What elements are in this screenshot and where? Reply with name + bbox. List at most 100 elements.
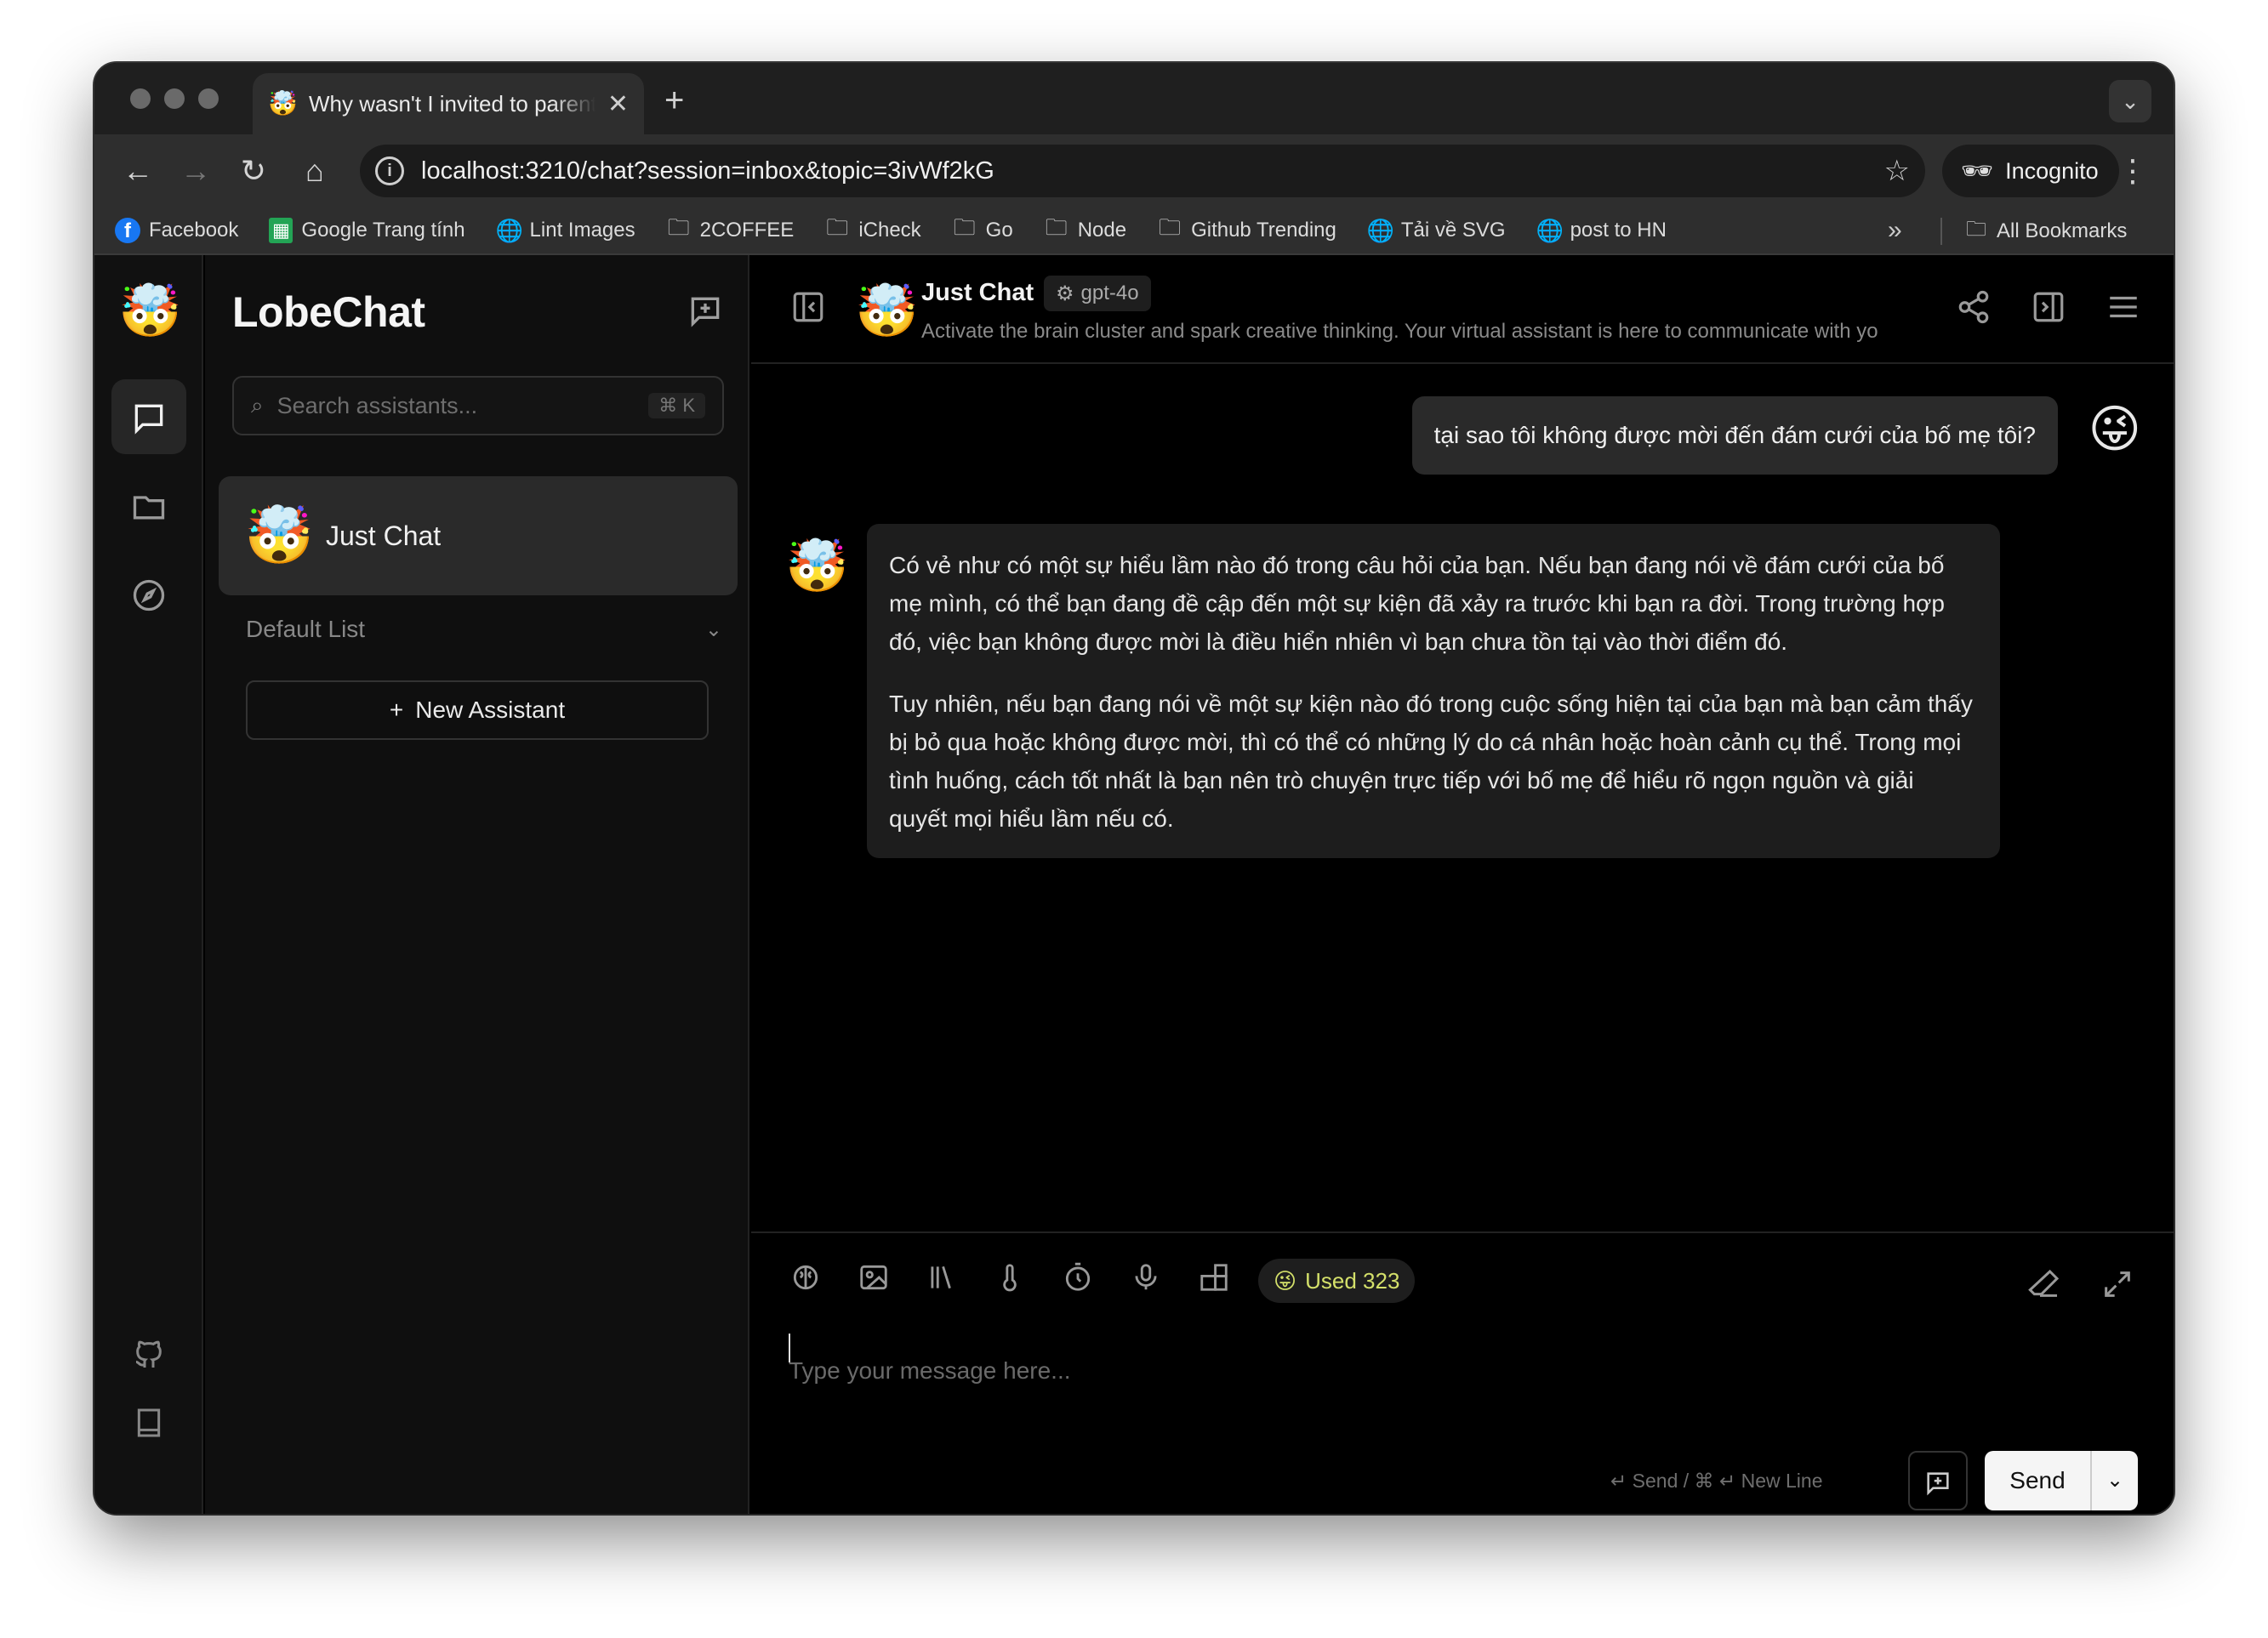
globe-icon: 🌐 xyxy=(495,217,523,243)
new-tab-button[interactable]: + xyxy=(664,82,684,120)
search-shortcut-badge: ⌘ K xyxy=(648,393,705,418)
back-arrow-icon[interactable]: ← xyxy=(118,151,157,191)
chat-header: 🤯 Just Chat ⚙ gpt-4o Activate the brain … xyxy=(751,255,2174,364)
share-icon[interactable] xyxy=(1956,289,1992,333)
bookmarks-bar: f Facebook ▦ Google Trang tính 🌐 Lint Im… xyxy=(94,208,2174,255)
bookmark-github-trending[interactable]: 🗀 Github Trending xyxy=(1157,212,1336,249)
new-assistant-button[interactable]: + New Assistant xyxy=(246,680,709,740)
browser-tab[interactable]: 🤯 Why wasn't I invited to parent ✕ xyxy=(253,73,644,134)
bookmark-label: iCheck xyxy=(858,219,921,242)
bookmark-facebook[interactable]: f Facebook xyxy=(115,218,238,243)
token-usage-badge[interactable]: 😜 Used 323 xyxy=(1258,1259,1416,1303)
bookmark-google-sheets[interactable]: ▦ Google Trang tính xyxy=(269,218,465,243)
tab-favicon-icon: 🤯 xyxy=(268,90,298,117)
chat-bubble-icon[interactable] xyxy=(111,379,186,454)
tab-title: Why wasn't I invited to parent xyxy=(309,90,595,117)
bookmark-lint-images[interactable]: 🌐 Lint Images xyxy=(496,218,635,244)
browser-menu-icon[interactable]: ⋮ xyxy=(2117,153,2148,189)
bookmarks-divider xyxy=(1940,218,1942,245)
thermometer-icon[interactable] xyxy=(993,1261,1027,1301)
more-bookmarks-chevron-icon[interactable]: » xyxy=(1888,216,1902,245)
window-controls xyxy=(130,88,219,109)
bookmark-post-to-hn[interactable]: 🌐 post to HN xyxy=(1536,218,1667,244)
bookmark-label: Google Trang tính xyxy=(301,219,465,242)
new-topic-button[interactable] xyxy=(1908,1451,1968,1510)
model-badge[interactable]: ⚙ gpt-4o xyxy=(1044,276,1151,311)
new-topic-icon[interactable] xyxy=(687,293,724,338)
github-icon[interactable] xyxy=(111,1323,186,1383)
incognito-icon: 🕶 xyxy=(1961,156,1994,185)
search-placeholder: Search assistants... xyxy=(276,392,478,418)
lobechat-app: 🤯 LobeChat ⌕ Search assistants... ⌘ K 🤯 … xyxy=(94,255,2174,1514)
assistant-message: Có vẻ như có một sự hiểu lầm nào đó tron… xyxy=(867,524,2000,858)
forward-arrow-icon[interactable]: → xyxy=(176,151,215,191)
all-bookmarks-button[interactable]: 🗀 All Bookmarks xyxy=(1966,208,2127,255)
chevron-down-icon: ⌄ xyxy=(704,617,722,641)
bookmark-go[interactable]: 🗀 Go xyxy=(952,212,1013,249)
session-item-just-chat[interactable]: 🤯 Just Chat xyxy=(219,476,738,595)
bookmark-label: Node xyxy=(1077,219,1127,242)
tab-search-chevron-down-icon[interactable]: ⌄ xyxy=(2109,80,2151,122)
folder-icon: 🗀 xyxy=(1045,214,1068,240)
assistant-avatar[interactable]: 🤯 xyxy=(855,281,919,341)
eraser-icon[interactable] xyxy=(2027,1267,2061,1309)
text-caret xyxy=(789,1334,790,1362)
plugins-icon[interactable] xyxy=(1197,1261,1231,1301)
search-icon: ⌕ xyxy=(251,392,264,418)
address-bar[interactable]: i localhost:3210/chat?session=inbox&topi… xyxy=(360,145,1925,197)
folder-icon: 🗀 xyxy=(826,214,849,240)
bookmark-label: post to HN xyxy=(1570,219,1667,242)
composer-toolbar: 😜 Used 323 xyxy=(789,1259,1416,1303)
send-options-chevron-down-icon[interactable]: ⌄ xyxy=(2090,1451,2138,1510)
user-avatar[interactable]: 🤯 xyxy=(118,281,182,342)
home-icon[interactable]: ⌂ xyxy=(295,151,334,191)
send-hint: ↵ Send / ⌘ ↵ New Line xyxy=(1610,1470,1823,1492)
menu-icon[interactable] xyxy=(2106,289,2141,333)
folder-icon: 🗀 xyxy=(953,214,976,240)
brain-icon[interactable] xyxy=(789,1261,823,1301)
tab-close-icon[interactable]: ✕ xyxy=(607,89,629,119)
library-icon[interactable] xyxy=(925,1261,959,1301)
plus-icon: + xyxy=(389,697,404,723)
bookmark-node[interactable]: 🗀 Node xyxy=(1044,212,1126,249)
globe-icon: 🌐 xyxy=(1536,217,1564,243)
image-upload-icon[interactable] xyxy=(857,1261,891,1301)
new-assistant-label: New Assistant xyxy=(415,697,566,723)
chat-description: Activate the brain cluster and spark cre… xyxy=(921,320,1878,343)
maximize-window-button[interactable] xyxy=(198,88,219,109)
site-info-icon[interactable]: i xyxy=(375,156,404,185)
folder-icon: 🗀 xyxy=(1159,214,1182,240)
compass-icon[interactable] xyxy=(111,556,186,631)
minimize-window-button[interactable] xyxy=(164,88,185,109)
bookmark-2coffee[interactable]: 🗀 2COFFEE xyxy=(666,212,795,249)
search-assistants-input[interactable]: ⌕ Search assistants... ⌘ K xyxy=(232,376,724,435)
bookmark-tai-ve-svg[interactable]: 🌐 Tải về SVG xyxy=(1367,218,1506,244)
bookmark-label: Facebook xyxy=(149,219,239,242)
microphone-icon[interactable] xyxy=(1129,1261,1163,1301)
message-input[interactable] xyxy=(789,1328,2133,1413)
message-composer: 😜 Used 323 ↵ Send / ⌘ ↵ New Line xyxy=(751,1231,2174,1514)
toggle-panel-icon[interactable] xyxy=(2031,289,2066,333)
send-label[interactable]: Send xyxy=(1985,1451,2090,1510)
book-icon[interactable] xyxy=(111,1391,186,1451)
message-list: tại sao tôi không được mời đến đám cưới … xyxy=(751,366,2174,1230)
incognito-indicator[interactable]: 🕶 Incognito xyxy=(1942,145,2119,197)
default-list-group[interactable]: Default List ⌄ xyxy=(246,616,722,643)
group-label: Default List xyxy=(246,616,366,642)
user-message: tại sao tôi không được mời đến đám cưới … xyxy=(1411,396,2058,475)
timer-icon[interactable] xyxy=(1061,1261,1095,1301)
close-window-button[interactable] xyxy=(130,88,151,109)
send-button[interactable]: Send ⌄ xyxy=(1985,1451,2138,1510)
session-sidebar: LobeChat ⌕ Search assistants... ⌘ K 🤯 Ju… xyxy=(205,255,749,1514)
bookmark-star-icon[interactable]: ☆ xyxy=(1884,154,1910,188)
bookmark-label: 2COFFEE xyxy=(699,219,795,242)
folder-icon[interactable] xyxy=(111,468,186,543)
url-text: localhost:3210/chat?session=inbox&topic=… xyxy=(421,156,994,185)
collapse-sidebar-icon[interactable] xyxy=(790,289,826,333)
title-bar: 🤯 Why wasn't I invited to parent ✕ + ⌄ xyxy=(94,63,2174,134)
bookmark-icheck[interactable]: 🗀 iCheck xyxy=(824,212,920,249)
google-sheets-icon: ▦ xyxy=(269,218,293,243)
expand-icon[interactable] xyxy=(2100,1267,2134,1309)
bookmark-label: Go xyxy=(985,219,1013,242)
reload-icon[interactable]: ↻ xyxy=(234,151,273,191)
